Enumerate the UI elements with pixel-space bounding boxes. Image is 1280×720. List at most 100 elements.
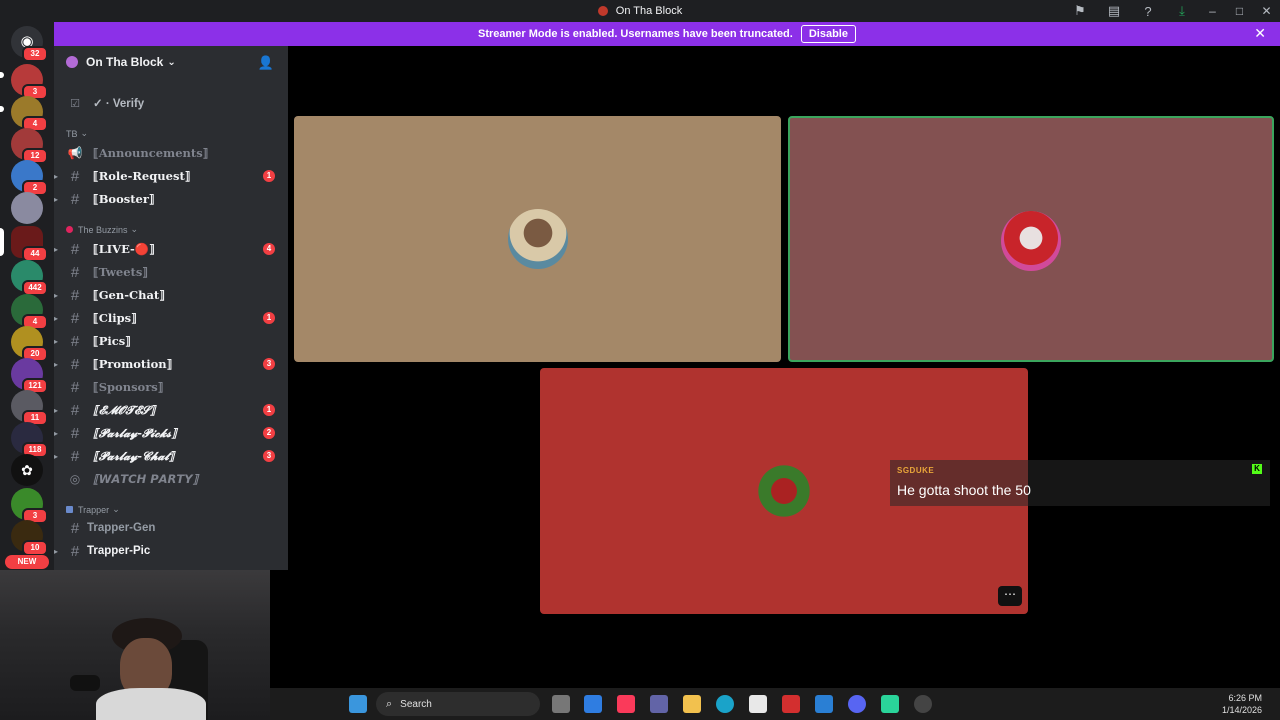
server-icon[interactable]: ✿ (11, 454, 43, 486)
channel-parlay-picks[interactable]: ▸ # ⟦𝓟𝓪𝓻𝓵𝓪𝔂-𝓟𝓲𝓬𝓴𝓼⟧ 2 (54, 422, 288, 444)
system-clock[interactable]: 6:26 PM 1/14/2026 (1222, 692, 1262, 716)
channel-trapper-pic[interactable]: ▸ # Trapper-Pic (54, 540, 288, 562)
unread-pip (0, 106, 4, 112)
hash-icon: # (70, 424, 80, 442)
unread-badge: 10 (22, 540, 48, 556)
channel-name: ⟦𝙒𝘼𝙏𝘾𝙃 𝙋𝘼𝙍𝙏𝙔⟧ (93, 472, 199, 486)
unread-arrow-icon: ▸ (54, 451, 59, 461)
unread-pip (0, 72, 4, 78)
windows-start-icon[interactable] (349, 695, 367, 713)
server-icon[interactable]: 20 (11, 326, 48, 362)
voice-call-stage: ⋯ (288, 46, 1280, 688)
server-icon[interactable]: 10 (11, 520, 48, 556)
channel-tweets[interactable]: # ⟦Tweets⟧ (54, 261, 288, 283)
channel-name: ✓ · Verify (93, 98, 145, 110)
maximize-button[interactable]: □ (1226, 4, 1253, 18)
store-icon[interactable] (749, 695, 767, 713)
channel-trapper-gen[interactable]: # Trapper-Gen (54, 517, 288, 539)
channel-pics[interactable]: ▸ # ⟦Pics⟧ (54, 330, 288, 352)
minimize-button[interactable]: – (1199, 4, 1226, 18)
server-icon-active[interactable]: 44 (11, 226, 48, 262)
server-icon[interactable]: 11 (11, 390, 48, 426)
unread-arrow-icon: ▸ (54, 313, 59, 323)
stream-chat-overlay: SGDUKE He gotta shoot the 50 K (890, 460, 1270, 506)
app-icon[interactable] (881, 695, 899, 713)
mention-badge: 3 (263, 450, 275, 462)
channel-name: ⟦Role-Request⟧ (93, 169, 191, 183)
app-l-icon[interactable] (782, 695, 800, 713)
channel-gen-chat[interactable]: ▸ # ⟦Gen-Chat⟧ (54, 284, 288, 306)
category-the-buzzins[interactable]: The Buzzins ⌄ (66, 224, 138, 235)
search-icon: ⌕ (386, 697, 393, 710)
task-view-icon[interactable] (552, 695, 570, 713)
app-icon (597, 6, 608, 16)
add-member-icon[interactable]: 👤 (258, 55, 274, 71)
teams-icon[interactable] (650, 695, 668, 713)
participant-tile[interactable] (294, 116, 781, 362)
channel-name: ⟦Gen-Chat⟧ (93, 288, 165, 302)
server-icon[interactable]: 3 (11, 488, 48, 524)
channel-watch-party[interactable]: ◎ ⟦𝙒𝘼𝙏𝘾𝙃 𝙋𝘼𝙍𝙏𝙔⟧ (54, 468, 288, 490)
channel-booster[interactable]: ▸ # ⟦Booster⟧ (54, 188, 288, 210)
chevron-down-icon: ⌄ (130, 224, 139, 234)
hash-icon: # (70, 332, 80, 350)
unread-arrow-icon: ▸ (54, 244, 59, 254)
inbox-icon[interactable]: ▤ (1097, 3, 1131, 19)
unread-arrow-icon: ▸ (54, 546, 59, 556)
category-label: The Buzzins (78, 224, 128, 235)
close-window-button[interactable]: ✕ (1253, 4, 1280, 18)
channel-announcements[interactable]: 📢 ⟦Announcements⟧ (54, 142, 288, 164)
server-icon[interactable]: 118 (11, 422, 48, 458)
server-icon[interactable]: 121 (11, 358, 48, 394)
channel-live[interactable]: ▸ # ⟦LIVE-🔴⟧ 4 (54, 238, 288, 260)
more-options-button[interactable]: ⋯ (998, 586, 1022, 606)
channel-verify[interactable]: ☑ ✓ · Verify (54, 92, 288, 114)
chevron-down-icon: ⌄ (112, 504, 120, 514)
app-icon[interactable] (815, 695, 833, 713)
channel-role-request[interactable]: ▸ # ⟦Role-Request⟧ 1 (54, 165, 288, 187)
discord-taskbar-icon[interactable] (848, 695, 866, 713)
close-icon[interactable]: ✕ (1254, 25, 1266, 42)
guild-header[interactable]: On Tha Block ⌄ 👤 (54, 46, 288, 78)
channel-name: ⟦Sponsors⟧ (93, 380, 164, 394)
guild-icon (66, 56, 78, 68)
category-tb[interactable]: TB ⌄ (66, 128, 88, 139)
unread-arrow-icon: ▸ (54, 336, 59, 346)
stage-icon: ◎ (69, 472, 81, 486)
category-label: TB (66, 128, 78, 139)
server-icon[interactable]: 12 (11, 128, 48, 164)
media-player-icon[interactable] (914, 695, 932, 713)
edge-browser-icon[interactable] (716, 695, 734, 713)
channel-parlay-chat[interactable]: ▸ # ⟦𝓟𝓪𝓻𝓵𝓪𝔂-𝓒𝓱𝓪𝓽⟧ 3 (54, 445, 288, 467)
channel-name: ⟦𝓟𝓪𝓻𝓵𝓪𝔂-𝓒𝓱𝓪𝓽⟧ (93, 448, 175, 463)
server-icon[interactable]: 3 (11, 64, 48, 100)
channel-emotes[interactable]: ▸ # ⟦𝓔𝓜𝓞𝓣𝓔𝓢⟧ 1 (54, 399, 288, 421)
server-icon[interactable]: 4 (11, 96, 48, 132)
copilot-icon[interactable] (584, 695, 602, 713)
channel-sponsors[interactable]: # ⟦Sponsors⟧ (54, 376, 288, 398)
flag-icon[interactable]: ⚑ (1063, 3, 1097, 19)
channel-clips[interactable]: ▸ # ⟦Clips⟧ 1 (54, 307, 288, 329)
participant-tile-speaking[interactable] (788, 116, 1274, 362)
channel-name: ⟦Booster⟧ (93, 192, 155, 206)
category-trapper[interactable]: Trapper ⌄ (66, 504, 120, 515)
search-label: Search (400, 698, 432, 710)
disable-button[interactable]: Disable (800, 25, 856, 43)
help-icon[interactable]: ? (1131, 4, 1165, 19)
channel-promotion[interactable]: ▸ # ⟦Promotion⟧ 3 (54, 353, 288, 375)
taskbar-search[interactable]: ⌕ Search (376, 692, 540, 716)
file-explorer-icon[interactable] (683, 695, 701, 713)
download-icon[interactable]: ⤓ (1165, 3, 1199, 19)
hash-icon: # (70, 263, 80, 281)
unread-arrow-icon: ▸ (54, 290, 59, 300)
unread-arrow-icon: ▸ (54, 171, 59, 181)
hash-icon: # (70, 167, 80, 185)
music-app-icon[interactable] (617, 695, 635, 713)
unread-arrow-icon: ▸ (54, 194, 59, 204)
server-icon[interactable] (11, 192, 43, 224)
server-icon[interactable]: 442 (11, 260, 48, 296)
server-icon[interactable]: 2 (11, 160, 48, 196)
channel-name: ⟦Clips⟧ (93, 311, 137, 325)
server-icon[interactable]: 4 (11, 294, 48, 330)
discord-home-icon[interactable]: ◉ 32 (11, 26, 48, 62)
